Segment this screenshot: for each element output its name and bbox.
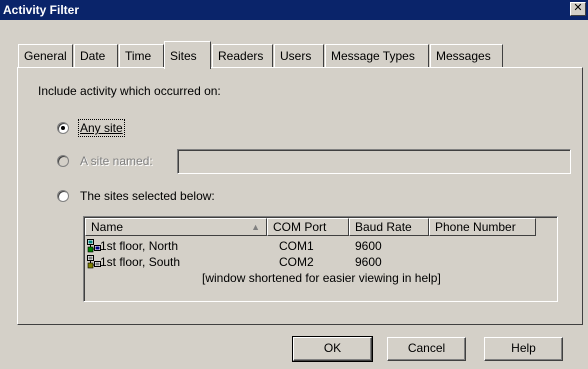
site-name-input[interactable] xyxy=(177,149,571,174)
tab-messages[interactable]: Messages xyxy=(430,44,503,68)
sites-selected-below-radio[interactable] xyxy=(57,190,69,202)
site-network-icon xyxy=(87,239,101,253)
tab-date[interactable]: Date xyxy=(74,44,118,68)
sites-selected-below-label[interactable]: The sites selected below: xyxy=(80,189,215,203)
site-named-label: A site named: xyxy=(80,154,153,168)
list-item[interactable]: 1st floor, North COM1 9600 xyxy=(85,238,555,254)
sort-ascending-icon: ▲ xyxy=(251,222,260,232)
site-com-port: COM2 xyxy=(279,255,314,269)
tab-readers[interactable]: Readers xyxy=(212,44,273,68)
window-title: Activity Filter xyxy=(3,3,80,17)
column-header-phone-number[interactable]: Phone Number xyxy=(429,218,536,236)
tab-time[interactable]: Time xyxy=(119,44,164,68)
any-site-radio[interactable] xyxy=(57,122,69,134)
column-header-name[interactable]: Name ▲ xyxy=(85,218,267,236)
cancel-button[interactable]: Cancel xyxy=(387,337,466,361)
tab-sites[interactable]: Sites xyxy=(164,41,211,69)
activity-filter-dialog: Activity Filter ✕ General Date Time Site… xyxy=(0,0,588,369)
shortened-window-note: [window shortened for easier viewing in … xyxy=(202,271,441,285)
list-item[interactable]: 1st floor, South COM2 9600 xyxy=(85,254,555,270)
close-button[interactable]: ✕ xyxy=(570,2,586,16)
title-bar: Activity Filter ✕ xyxy=(0,0,588,20)
help-button[interactable]: Help xyxy=(484,337,563,361)
any-site-label[interactable]: Any site xyxy=(78,119,125,137)
tab-general[interactable]: General xyxy=(18,44,73,68)
ok-button[interactable]: OK xyxy=(292,336,373,362)
site-baud-rate: 9600 xyxy=(355,255,382,269)
site-named-radio[interactable] xyxy=(57,155,69,167)
sites-list[interactable]: Name ▲ COM Port Baud Rate Phone Number 1… xyxy=(83,216,558,302)
column-header-baud-rate[interactable]: Baud Rate xyxy=(349,218,429,236)
site-com-port: COM1 xyxy=(279,239,314,253)
tab-users[interactable]: Users xyxy=(274,44,324,68)
intro-text: Include activity which occurred on: xyxy=(38,84,221,98)
tab-message-types[interactable]: Message Types xyxy=(325,44,429,68)
site-network-icon xyxy=(87,255,101,269)
site-name: 1st floor, North xyxy=(100,239,179,253)
site-name: 1st floor, South xyxy=(100,255,181,269)
site-baud-rate: 9600 xyxy=(355,239,382,253)
column-header-com-port[interactable]: COM Port xyxy=(267,218,349,236)
